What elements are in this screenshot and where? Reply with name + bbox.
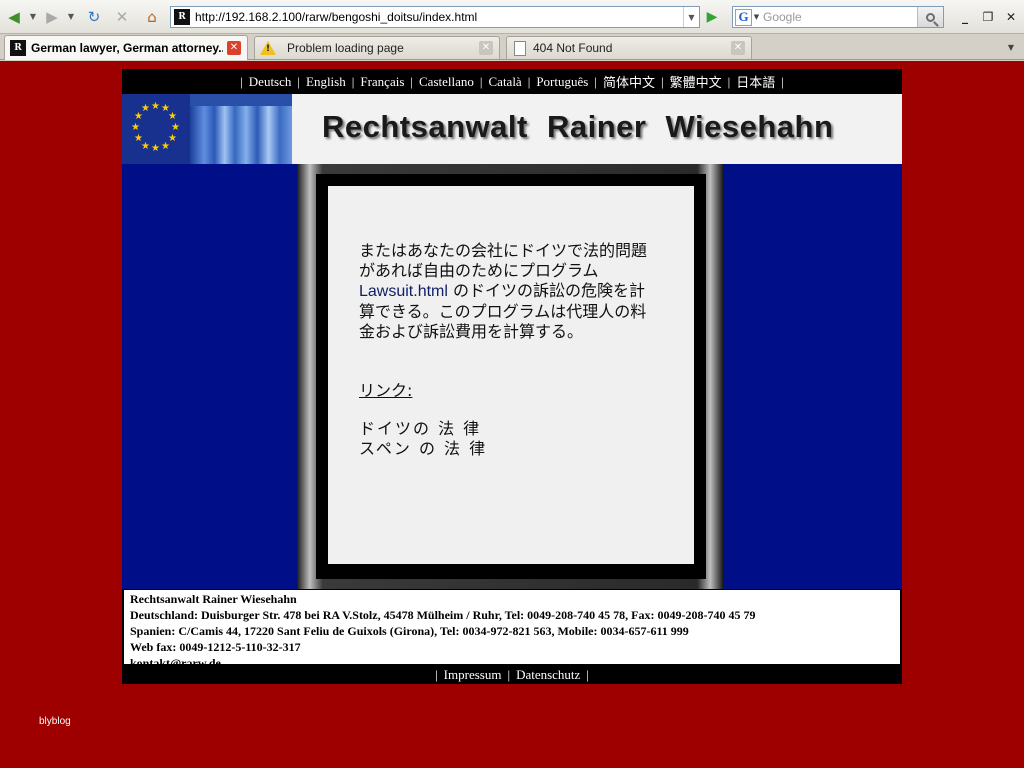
link-german-law[interactable]: ドイツの 法 律 xyxy=(359,419,694,439)
contact-footer: Rechtsanwalt Rainer Wiesehahn Deutschlan… xyxy=(122,589,902,670)
site-title: Rechtsanwalt Rainer Wiesehahn xyxy=(322,109,834,144)
home-icon[interactable]: ⌂ xyxy=(142,7,162,27)
footer-webfax: Web fax: 0049-1212-5-110-32-317 xyxy=(130,640,301,654)
close-tab-icon[interactable]: ✕ xyxy=(227,41,241,55)
datenschutz-link[interactable]: Datenschutz xyxy=(516,667,580,683)
bottom-link-bar: | Impressum | Datenschutz | xyxy=(122,666,902,684)
site-favicon-icon: R xyxy=(10,40,26,56)
content-frame: またはあなたの会社にドイツで法的問題があれば自由のためにプログラム Lawsui… xyxy=(297,164,723,589)
language-link-deutsch[interactable]: Deutsch xyxy=(249,74,292,90)
link-spanish-law[interactable]: スペン の 法 律 xyxy=(359,439,694,459)
reload-icon[interactable]: ↻ xyxy=(84,7,104,27)
impressum-link[interactable]: Impressum xyxy=(444,667,502,683)
minimize-button[interactable]: _ xyxy=(954,7,976,27)
main-area: またはあなたの会社にドイツで法的問題があれば自由のためにプログラム Lawsui… xyxy=(122,164,902,589)
language-link-portugues[interactable]: Português xyxy=(536,74,588,90)
footer-name: Rechtsanwalt Rainer Wiesehahn xyxy=(130,592,297,606)
go-arrow-icon[interactable]: ▶ xyxy=(702,7,722,27)
forward-arrow-icon[interactable]: ▶ xyxy=(42,7,62,27)
close-tab-icon[interactable]: ✕ xyxy=(731,41,745,55)
footer-spain-address: Spanien: C/Camis 44, 17220 Sant Feliu de… xyxy=(130,624,689,638)
document-icon xyxy=(514,40,526,56)
language-bar: | Deutsch | English | Français | Castell… xyxy=(122,69,902,94)
links-list: ドイツの 法 律 スペン の 法 律 xyxy=(359,419,694,459)
language-link-francais[interactable]: Français xyxy=(360,74,404,90)
url-text[interactable]: http://192.168.2.100/rarw/bengoshi_doits… xyxy=(195,10,683,24)
list-all-tabs-icon[interactable]: ▼ xyxy=(1004,39,1018,55)
search-bar[interactable]: G ▼ Google xyxy=(732,6,944,28)
search-input[interactable]: Google xyxy=(761,10,917,24)
search-button[interactable] xyxy=(917,7,943,27)
language-link-simplified-chinese[interactable]: 简体中文 xyxy=(603,72,655,91)
restore-button[interactable]: ❐ xyxy=(977,7,999,27)
content-panel: またはあなたの会社にドイツで法的問題があれば自由のためにプログラム Lawsui… xyxy=(328,186,694,564)
language-link-castellano[interactable]: Castellano xyxy=(419,74,474,90)
lawsuit-link[interactable]: Lawsuit.html xyxy=(359,283,448,300)
tab-title: 404 Not Found xyxy=(533,41,613,55)
back-arrow-icon[interactable]: ◀ xyxy=(4,7,24,27)
close-button[interactable]: ✕ xyxy=(1000,7,1022,27)
stop-icon[interactable]: ✕ xyxy=(112,7,132,27)
search-engine-icon[interactable]: G xyxy=(735,8,752,26)
tab-german-lawyer[interactable]: R German lawyer, German attorney... ✕ xyxy=(4,35,248,60)
language-link-japanese[interactable]: 日本語 xyxy=(736,72,775,91)
site-container: | Deutsch | English | Français | Castell… xyxy=(122,69,902,684)
watermark-text: blyblog xyxy=(39,716,71,727)
tab-title: German lawyer, German attorney... xyxy=(31,41,223,55)
back-history-dropdown-icon[interactable]: ▼ xyxy=(28,7,38,27)
url-history-dropdown-icon[interactable]: ▼ xyxy=(683,7,699,27)
tab-404[interactable]: 404 Not Found ✕ xyxy=(506,36,752,59)
search-engine-dropdown-icon[interactable]: ▼ xyxy=(752,13,761,21)
header-banner: ★ ★ ★ ★ ★ ★ ★ ★ ★ ★ ★ ★ Rechtsanwalt Rai… xyxy=(122,94,902,164)
warning-icon: ! xyxy=(260,41,276,55)
address-bar[interactable]: R http://192.168.2.100/rarw/bengoshi_doi… xyxy=(170,6,700,28)
language-link-catala[interactable]: Català xyxy=(489,74,522,90)
eu-flag-icon: ★ ★ ★ ★ ★ ★ ★ ★ ★ ★ ★ ★ xyxy=(122,94,190,164)
language-link-english[interactable]: English xyxy=(306,74,346,90)
site-favicon-icon: R xyxy=(174,9,190,25)
tab-problem-loading[interactable]: ! Problem loading page ✕ xyxy=(254,36,500,59)
links-heading: リンク: xyxy=(359,381,413,400)
forward-history-dropdown-icon[interactable]: ▼ xyxy=(66,7,76,27)
navigation-toolbar: ◀ ▼ ▶ ▼ ↻ ✕ ⌂ R http://192.168.2.100/rar… xyxy=(0,0,1024,34)
footer-germany-address: Deutschland: Duisburger Str. 478 bei RA … xyxy=(130,608,756,622)
close-tab-icon[interactable]: ✕ xyxy=(479,41,493,55)
courthouse-pillars-image xyxy=(190,94,292,164)
intro-paragraph: またはあなたの会社にドイツで法的問題があれば自由のためにプログラム Lawsui… xyxy=(359,241,648,341)
magnifier-icon xyxy=(926,12,935,22)
language-link-traditional-chinese[interactable]: 繁體中文 xyxy=(670,72,722,91)
page-viewport: | Deutsch | English | Français | Castell… xyxy=(0,61,1024,768)
tab-title: Problem loading page xyxy=(287,41,404,55)
tab-strip: R German lawyer, German attorney... ✕ ! … xyxy=(0,34,1024,60)
